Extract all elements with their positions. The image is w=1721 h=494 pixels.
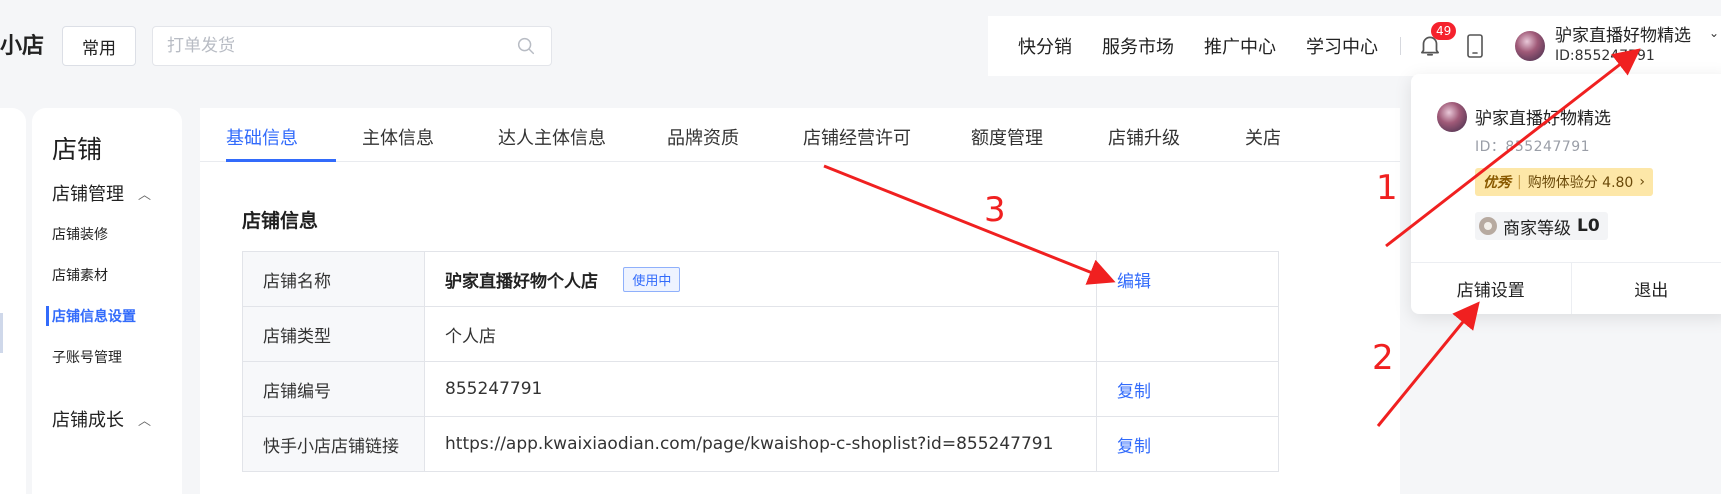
edit-button[interactable]: 编辑: [1117, 272, 1151, 292]
notification-badge: 49: [1431, 22, 1457, 40]
tab-basic-info[interactable]: 基础信息: [226, 124, 298, 150]
dropdown-user-name: 驴家直播好物精选: [1475, 109, 1611, 129]
logo-text: 小店: [0, 34, 45, 59]
mobile-icon[interactable]: [1463, 32, 1487, 60]
row-label: 快手小店店铺链接: [242, 416, 425, 472]
annotation-number-2: 2: [1372, 338, 1394, 378]
top-nav: 快分销 服务市场 推广中心 学习中心 49 驴家直播好物精选 ID:855247…: [988, 16, 1721, 76]
logout-button[interactable]: 退出: [1570, 263, 1721, 314]
merchant-level-value: L0: [1577, 216, 1600, 236]
tab-close-store[interactable]: 关店: [1245, 124, 1281, 150]
sidebar: 店铺 店铺管理 ︿ 店铺装修 店铺素材 店铺信息设置 子账号管理 店铺成长 ︿: [32, 108, 182, 494]
nav-link-distribution[interactable]: 快分销: [1018, 33, 1072, 59]
notification-button[interactable]: 49: [1417, 22, 1457, 60]
nav-link-promotion[interactable]: 推广中心: [1204, 33, 1276, 59]
store-info-table: 店铺名称 驴家直播好物个人店 使用中 编辑 店铺类型 个人店 店铺编号 8552…: [242, 251, 1279, 472]
avatar[interactable]: [1515, 31, 1545, 61]
sidebar-title: 店铺: [52, 135, 103, 164]
annotation-number-1: 1: [1376, 168, 1398, 208]
avatar: [1437, 102, 1467, 132]
experience-score: 购物体验分 4.80: [1527, 175, 1634, 191]
search-input[interactable]: [167, 36, 515, 56]
experience-score-badge[interactable]: 优秀 | 购物体验分 4.80 ›: [1475, 168, 1653, 196]
table-row: 店铺编号 855247791 复制: [242, 361, 1279, 417]
search-icon[interactable]: [515, 35, 537, 57]
sidebar-group-label: 店铺管理: [52, 184, 124, 205]
table-row: 店铺名称 驴家直播好物个人店 使用中 编辑: [242, 251, 1279, 307]
table-row: 店铺类型 个人店: [242, 306, 1279, 362]
merchant-level-badge: 商家等级 L0: [1475, 212, 1608, 240]
nav-link-service-market[interactable]: 服务市场: [1102, 33, 1174, 59]
annotation-number-3: 3: [984, 190, 1006, 230]
dropdown-user-id: ID：855247791: [1475, 139, 1591, 155]
table-row: 快手小店店铺链接 https://app.kwaixiaodian.com/pa…: [242, 416, 1279, 472]
copy-id-button[interactable]: 复制: [1117, 382, 1151, 402]
tab-bar: 基础信息 主体信息 达人主体信息 品牌资质 店铺经营许可 额度管理 店铺升级 关…: [200, 108, 1400, 162]
chevron-right-icon: ›: [1639, 174, 1645, 190]
dropdown-footer: 店铺设置 退出: [1411, 262, 1721, 314]
merchant-level-label: 商家等级: [1503, 218, 1571, 239]
row-label: 店铺编号: [242, 361, 425, 417]
tab-entity-info[interactable]: 主体信息: [362, 124, 434, 150]
user-name[interactable]: 驴家直播好物精选: [1555, 26, 1691, 46]
tab-quota-management[interactable]: 额度管理: [971, 124, 1043, 150]
nav-link-learning[interactable]: 学习中心: [1306, 33, 1378, 59]
user-menu[interactable]: 驴家直播好物精选 ID:855247791: [1555, 26, 1691, 66]
row-label: 店铺名称: [242, 251, 425, 307]
sidebar-item-decoration[interactable]: 店铺装修: [52, 224, 108, 244]
active-tab-indicator: [226, 159, 336, 162]
sidebar-group-store-growth[interactable]: 店铺成长 ︿: [52, 406, 151, 432]
copy-link-button[interactable]: 复制: [1117, 437, 1151, 457]
primary-nav-active-mark: [0, 313, 3, 353]
sidebar-group-store-management[interactable]: 店铺管理 ︿: [52, 180, 151, 206]
store-settings-button[interactable]: 店铺设置: [1411, 263, 1571, 314]
row-value: 驴家直播好物个人店 使用中: [424, 251, 1097, 307]
store-name: 驴家直播好物个人店: [445, 271, 598, 292]
row-action: 复制: [1096, 361, 1279, 417]
row-value: https://app.kwaixiaodian.com/page/kwaish…: [424, 416, 1097, 472]
user-dropdown: 驴家直播好物精选 ID：855247791 优秀 | 购物体验分 4.80 › …: [1411, 74, 1721, 314]
sidebar-item-sub-accounts[interactable]: 子账号管理: [52, 347, 122, 367]
tab-store-upgrade[interactable]: 店铺升级: [1108, 124, 1180, 150]
row-action: [1096, 306, 1279, 362]
row-action: 编辑: [1096, 251, 1279, 307]
chevron-up-icon: ︿: [138, 413, 152, 429]
row-action: 复制: [1096, 416, 1279, 472]
row-label: 店铺类型: [242, 306, 425, 362]
search-box[interactable]: [152, 26, 552, 66]
separator: |: [1517, 174, 1522, 190]
sidebar-item-materials[interactable]: 店铺素材: [52, 265, 108, 285]
common-button[interactable]: 常用: [62, 26, 136, 66]
level-icon: [1479, 217, 1497, 235]
tab-brand-qualification[interactable]: 品牌资质: [667, 124, 739, 150]
main-content: 基础信息 主体信息 达人主体信息 品牌资质 店铺经营许可 额度管理 店铺升级 关…: [200, 108, 1400, 494]
status-badge: 使用中: [623, 266, 681, 292]
primary-nav-strip: [0, 108, 26, 494]
sidebar-item-store-info[interactable]: 店铺信息设置: [46, 306, 136, 326]
tier-label: 优秀: [1483, 175, 1511, 191]
nav-divider: [1400, 37, 1401, 55]
row-value: 个人店: [424, 306, 1097, 362]
section-title: 店铺信息: [242, 210, 319, 232]
chevron-up-icon: ︿: [138, 187, 152, 203]
tab-business-license[interactable]: 店铺经营许可: [803, 124, 911, 150]
sidebar-group-label: 店铺成长: [52, 410, 124, 431]
row-value: 855247791: [424, 361, 1097, 417]
tab-influencer-entity[interactable]: 达人主体信息: [498, 124, 606, 150]
chevron-down-icon[interactable]: ⌄: [1709, 26, 1719, 40]
user-id: ID:855247791: [1555, 48, 1655, 64]
